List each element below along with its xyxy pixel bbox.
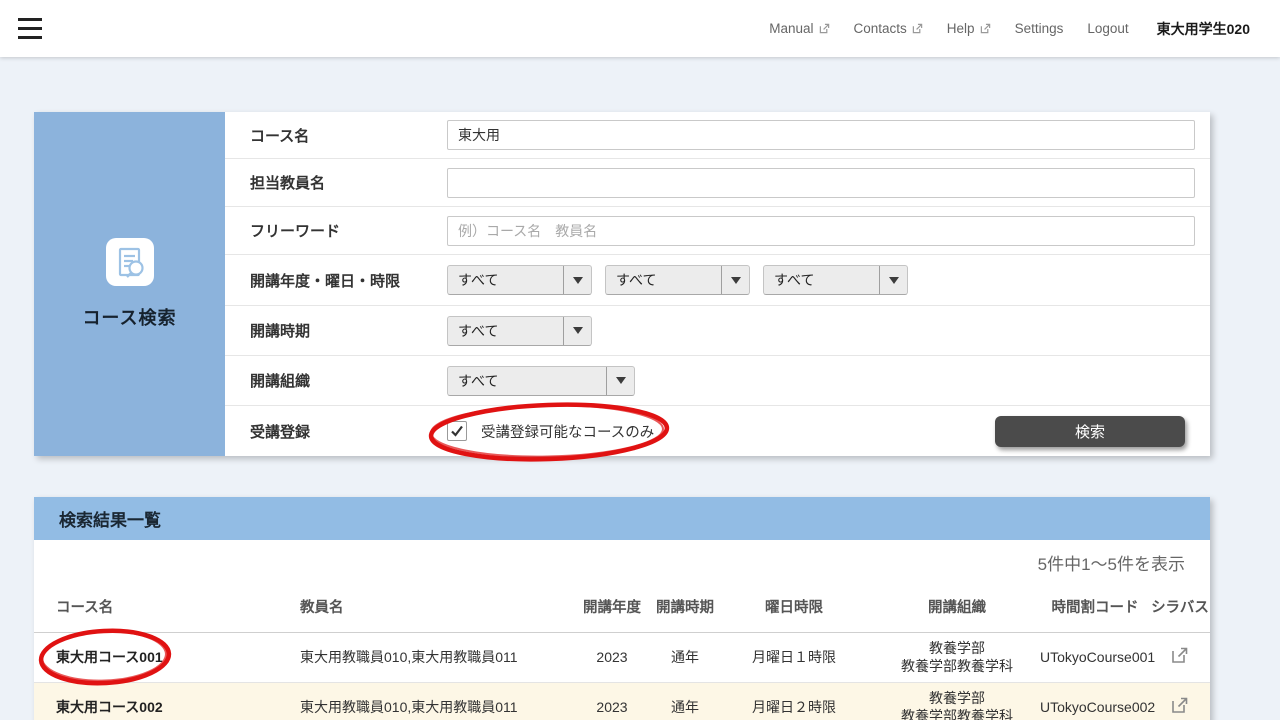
nav-manual-label: Manual (769, 21, 813, 36)
results-table: コース名 教員名 開講年度 開講時期 曜日時限 開講組織 時間割コード シラバス… (34, 585, 1210, 720)
top-nav: Manual Contacts Help Settings Logout 東大用… (769, 0, 1250, 57)
term-cell: 通年 (656, 682, 714, 720)
form-row-course-name: コース名 (225, 112, 1210, 159)
chevron-down-icon (721, 266, 749, 294)
day-period-cell: 月曜日２時限 (714, 682, 874, 720)
term-cell: 通年 (656, 632, 714, 682)
external-link-icon (980, 23, 991, 34)
course-search-panel: コース検索 コース名 担当教員名 フリーワード 開講年度・曜日・時限 すべて す… (34, 112, 1210, 456)
nav-contacts-label: Contacts (854, 21, 907, 36)
free-word-label: フリーワード (250, 220, 447, 241)
nav-contacts[interactable]: Contacts (854, 21, 923, 36)
organization-select[interactable]: すべて (447, 366, 635, 396)
teachers-cell: 東大用教職員010,東大用教職員011 (300, 632, 568, 682)
logged-in-username: 東大用学生020 (1157, 19, 1250, 39)
search-results-panel: 検索結果一覧 5件中1〜5件を表示 コース名 教員名 開講年度 開講時期 曜日時… (34, 497, 1210, 720)
course-name-input[interactable] (447, 120, 1195, 150)
external-link-icon (912, 23, 923, 34)
organization-label: 開講組織 (250, 370, 447, 391)
registration-checkbox-label: 受講登録可能なコースのみ (481, 421, 654, 442)
term-label: 開講時期 (250, 320, 447, 341)
nav-manual[interactable]: Manual (769, 21, 829, 36)
nav-settings[interactable]: Settings (1015, 21, 1064, 36)
year-select[interactable]: すべて (447, 265, 592, 295)
form-row-registration: 受講登録 受講登録可能なコースのみ 検索 (225, 406, 1210, 456)
nav-help-label: Help (947, 21, 975, 36)
col-header-day-period: 曜日時限 (714, 585, 874, 632)
teacher-name-label: 担当教員名 (250, 172, 447, 193)
checkmark-icon (449, 423, 465, 439)
table-row: 東大用コース002 東大用教職員010,東大用教職員011 2023 通年 月曜… (34, 682, 1210, 720)
chevron-down-icon (606, 367, 634, 395)
form-row-organization: 開講組織 すべて (225, 356, 1210, 406)
course-search-icon (106, 238, 154, 286)
registration-checkbox[interactable] (447, 421, 467, 441)
course-link[interactable]: 東大用コース001 (56, 649, 163, 665)
nav-logout[interactable]: Logout (1087, 21, 1128, 36)
col-header-course-name: コース名 (34, 585, 300, 632)
nav-help[interactable]: Help (947, 21, 991, 36)
form-row-year-day-period: 開講年度・曜日・時限 すべて すべて すべて (225, 255, 1210, 306)
year-cell: 2023 (568, 632, 656, 682)
year-day-period-label: 開講年度・曜日・時限 (250, 270, 447, 291)
col-header-organization: 開講組織 (874, 585, 1040, 632)
col-header-timetable-code: 時間割コード (1040, 585, 1150, 632)
free-word-input[interactable] (447, 216, 1195, 246)
course-search-sidebar: コース検索 (34, 112, 225, 456)
teacher-name-input[interactable] (447, 168, 1195, 198)
year-cell: 2023 (568, 682, 656, 720)
table-row: 東大用コース001 東大用教職員010,東大用教職員011 2023 通年 月曜… (34, 632, 1210, 682)
course-link[interactable]: 東大用コース002 (56, 699, 163, 715)
timetable-code-cell: UTokyoCourse001 (1040, 632, 1150, 682)
registration-label: 受講登録 (250, 421, 447, 442)
search-button[interactable]: 検索 (995, 416, 1185, 447)
term-select[interactable]: すべて (447, 316, 592, 346)
form-row-teacher-name: 担当教員名 (225, 159, 1210, 207)
organization-cell: 教養学部 教養学部教養学科 (874, 632, 1040, 682)
search-panel-title: コース検索 (82, 304, 176, 330)
results-table-header-row: コース名 教員名 開講年度 開講時期 曜日時限 開講組織 時間割コード シラバス (34, 585, 1210, 632)
organization-cell: 教養学部 教養学部教養学科 (874, 682, 1040, 720)
form-row-free-word: フリーワード (225, 207, 1210, 255)
results-title: 検索結果一覧 (34, 497, 1210, 540)
chevron-down-icon (879, 266, 907, 294)
col-header-syllabus: シラバス (1150, 585, 1210, 632)
external-link-icon (819, 23, 830, 34)
col-header-term: 開講時期 (656, 585, 714, 632)
course-name-label: コース名 (250, 125, 447, 146)
col-header-year: 開講年度 (568, 585, 656, 632)
hamburger-menu-icon[interactable] (18, 18, 42, 39)
timetable-code-cell: UTokyoCourse002 (1040, 682, 1150, 720)
search-form: コース名 担当教員名 フリーワード 開講年度・曜日・時限 すべて すべて (225, 112, 1210, 456)
top-header: Manual Contacts Help Settings Logout 東大用… (0, 0, 1280, 57)
syllabus-external-link-icon[interactable] (1170, 695, 1190, 715)
chevron-down-icon (563, 317, 591, 345)
form-row-term: 開講時期 すべて (225, 306, 1210, 356)
teachers-cell: 東大用教職員010,東大用教職員011 (300, 682, 568, 720)
period-select[interactable]: すべて (763, 265, 908, 295)
day-period-cell: 月曜日１時限 (714, 632, 874, 682)
syllabus-external-link-icon[interactable] (1170, 645, 1190, 665)
col-header-teacher: 教員名 (300, 585, 568, 632)
day-select[interactable]: すべて (605, 265, 750, 295)
pagination-status: 5件中1〜5件を表示 (34, 540, 1210, 585)
chevron-down-icon (563, 266, 591, 294)
